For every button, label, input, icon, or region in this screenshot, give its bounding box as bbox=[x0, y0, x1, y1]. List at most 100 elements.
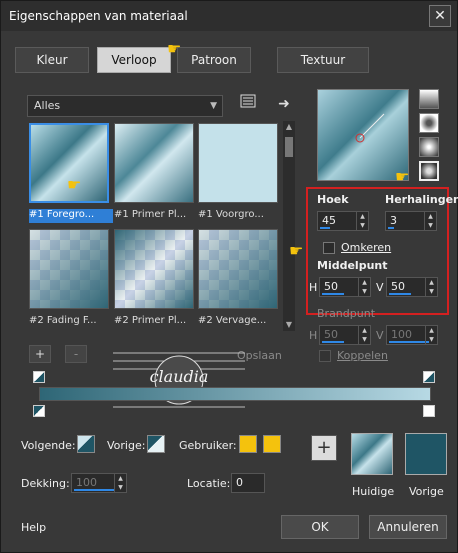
repeats-value: 3 bbox=[390, 214, 397, 227]
window-title: Eigenschappen van materiaal bbox=[9, 9, 188, 23]
material-properties-dialog: Eigenschappen van materiaal ✕ Kleur Verl… bbox=[0, 0, 458, 553]
current-material-swatch[interactable] bbox=[351, 433, 393, 475]
add-to-swatches-button[interactable]: + bbox=[311, 435, 337, 461]
gradient-caption: #1 Foregro... bbox=[29, 209, 113, 223]
gradient-type-radial-icon[interactable] bbox=[419, 161, 439, 181]
previous-color-swatch[interactable] bbox=[147, 435, 165, 453]
center-label: Middelpunt bbox=[317, 259, 388, 272]
category-dropdown[interactable]: Alles ▼ bbox=[27, 95, 223, 117]
location-label: Locatie: bbox=[187, 477, 231, 490]
arrow-right-icon[interactable]: ➜ bbox=[273, 93, 295, 115]
focal-v-value: 100 bbox=[391, 328, 412, 341]
link-checkbox[interactable] bbox=[319, 350, 331, 362]
watermark-text: claudia bbox=[149, 367, 209, 386]
center-v-value: 50 bbox=[391, 280, 405, 293]
pointer-hand-icon: ☛ bbox=[395, 167, 410, 186]
repeats-slider-fill bbox=[388, 227, 394, 229]
tab-verloop[interactable]: Verloop bbox=[97, 47, 171, 73]
spin-arrows-icon[interactable]: ▲ ▼ bbox=[425, 326, 437, 344]
location-field[interactable]: 0 bbox=[231, 473, 265, 493]
gradient-thumb[interactable] bbox=[198, 123, 278, 203]
angle-slider-fill bbox=[320, 227, 330, 229]
spin-arrows-icon[interactable]: ▲ ▼ bbox=[358, 278, 370, 296]
opacity-field[interactable]: 100 ▲ ▼ bbox=[71, 473, 127, 493]
add-stop-button[interactable]: + bbox=[29, 345, 51, 363]
cancel-button[interactable]: Annuleren bbox=[369, 515, 447, 539]
center-v-slider-fill bbox=[389, 293, 411, 295]
gradient-thumb[interactable] bbox=[114, 123, 194, 203]
gradient-stop-bottom-right[interactable] bbox=[423, 405, 435, 417]
ok-button[interactable]: OK bbox=[281, 515, 359, 539]
user-color-swatch-1[interactable] bbox=[239, 435, 257, 453]
angle-label: Hoek bbox=[317, 193, 349, 206]
gradient-caption: #2 Primer Pl... bbox=[114, 315, 187, 326]
gradient-thumb[interactable] bbox=[114, 229, 194, 309]
spin-arrows-icon[interactable]: ▲ ▼ bbox=[356, 212, 368, 230]
category-value: Alles bbox=[34, 99, 61, 112]
gradient-type-sunburst-icon[interactable] bbox=[419, 137, 439, 157]
opacity-label: Dekking: bbox=[21, 477, 70, 490]
location-value: 0 bbox=[236, 476, 243, 489]
tab-kleur[interactable]: Kleur bbox=[15, 47, 89, 73]
angle-value: 45 bbox=[322, 214, 336, 227]
help-link[interactable]: Help bbox=[21, 521, 46, 534]
scroll-up-icon[interactable]: ▲ bbox=[283, 121, 295, 133]
remove-stop-button[interactable]: - bbox=[65, 345, 87, 363]
gradient-caption: #2 Vervage... bbox=[198, 315, 267, 326]
gradient-type-linear-icon[interactable] bbox=[419, 89, 439, 109]
focal-label: Brandpunt bbox=[317, 307, 376, 320]
previous-swatch-label: Vorige bbox=[409, 485, 444, 498]
tab-patroon[interactable]: Patroon bbox=[177, 47, 251, 73]
close-button[interactable]: ✕ bbox=[429, 5, 451, 27]
user-color-swatch-2[interactable] bbox=[263, 435, 281, 453]
spin-arrows-icon[interactable]: ▲ ▼ bbox=[358, 326, 370, 344]
gradient-stop-top-left[interactable] bbox=[33, 371, 45, 383]
invert-checkbox[interactable] bbox=[323, 242, 335, 254]
gradient-type-rectangle-icon[interactable] bbox=[419, 113, 439, 133]
gradient-editor-bar[interactable] bbox=[39, 387, 431, 401]
chevron-down-icon: ▼ bbox=[210, 101, 217, 111]
list-icon[interactable] bbox=[237, 93, 259, 115]
center-h-value: 50 bbox=[324, 280, 338, 293]
invert-label: Omkeren bbox=[341, 241, 392, 254]
following-color-swatch[interactable] bbox=[77, 435, 95, 453]
spin-arrows-icon[interactable]: ▲ ▼ bbox=[424, 212, 436, 230]
gradient-caption: #1 Primer Pl... bbox=[114, 209, 187, 220]
previous-label: Vorige: bbox=[107, 439, 146, 452]
gradient-stop-top-right[interactable] bbox=[423, 371, 435, 383]
link-label: Koppelen bbox=[337, 349, 388, 362]
tab-bar: Kleur Verloop Patroon Textuur bbox=[15, 47, 445, 75]
gradient-caption: #2 Fading F... bbox=[29, 315, 97, 326]
watermark-logo: claudia bbox=[113, 347, 245, 413]
current-label: Huidige bbox=[352, 485, 395, 498]
focal-h-value: 50 bbox=[324, 328, 338, 341]
focal-h-field[interactable]: 50 ▲ ▼ bbox=[319, 325, 371, 345]
center-h-field[interactable]: 50 ▲ ▼ bbox=[319, 277, 371, 297]
focal-v-label: V bbox=[376, 329, 384, 342]
previous-material-swatch[interactable] bbox=[405, 433, 447, 475]
repeats-label: Herhalingen bbox=[385, 193, 458, 206]
title-bar: Eigenschappen van materiaal ✕ bbox=[1, 1, 457, 31]
pointer-hand-icon: ☛ bbox=[67, 175, 82, 194]
spin-arrows-icon[interactable]: ▲ ▼ bbox=[425, 278, 437, 296]
pointer-hand-icon: ☛ bbox=[167, 39, 182, 58]
center-v-field[interactable]: 50 ▲ ▼ bbox=[386, 277, 438, 297]
scroll-down-icon[interactable]: ▼ bbox=[283, 319, 295, 331]
gradient-library: ☛ #1 Foregro... #1 Primer Pl... #1 Voorg… bbox=[27, 121, 281, 333]
tab-textuur[interactable]: Textuur bbox=[277, 47, 369, 73]
angle-field[interactable]: 45 ▲ ▼ bbox=[317, 211, 369, 231]
focal-h-slider-fill bbox=[322, 341, 344, 343]
repeats-field[interactable]: 3 ▲ ▼ bbox=[385, 211, 437, 231]
gradient-stop-bottom-left[interactable] bbox=[33, 405, 45, 417]
spin-arrows-icon[interactable]: ▲ ▼ bbox=[114, 474, 126, 492]
center-h-label: H bbox=[309, 281, 318, 294]
list-icon-glyph bbox=[240, 94, 256, 108]
gradient-thumb[interactable] bbox=[198, 229, 278, 309]
following-label: Volgende: bbox=[21, 439, 76, 452]
gradient-thumb[interactable] bbox=[29, 229, 109, 309]
pointer-hand-icon: ☛ bbox=[289, 241, 304, 260]
library-scrollbar[interactable]: ▲ ▼ bbox=[283, 121, 295, 331]
scroll-thumb[interactable] bbox=[285, 137, 293, 157]
gradient-caption: #1 Voorgro... bbox=[198, 209, 264, 220]
focal-v-field[interactable]: 100 ▲ ▼ bbox=[386, 325, 438, 345]
